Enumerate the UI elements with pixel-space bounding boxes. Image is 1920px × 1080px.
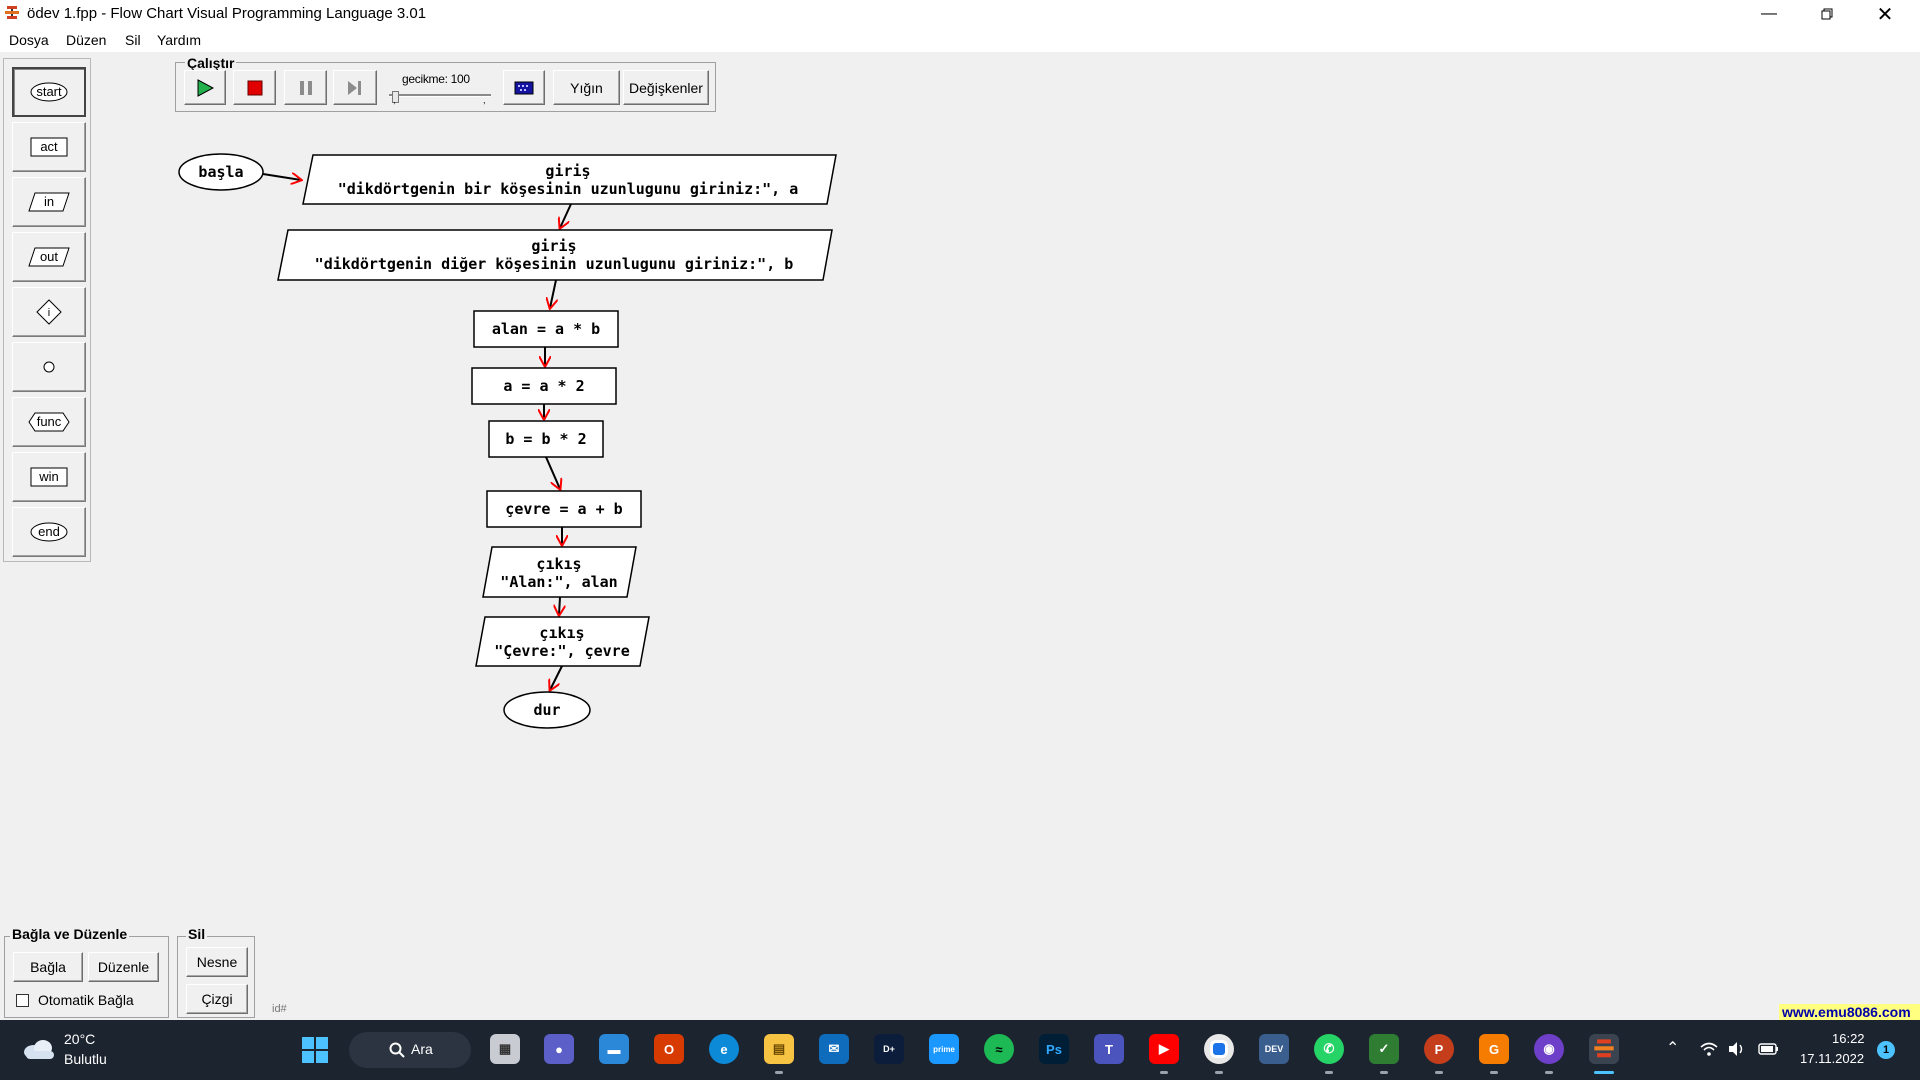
input-node-1[interactable]: giriş "dikdörtgenin bir köşesinin uzunlu… — [302, 154, 837, 205]
prime-video-icon[interactable]: prime — [929, 1034, 959, 1064]
start-node[interactable]: başla — [178, 153, 264, 191]
website-banner[interactable]: www.emu8086.com — [1779, 1004, 1920, 1020]
edge-icon[interactable]: e — [709, 1034, 739, 1064]
arrange-button[interactable]: Düzenle — [88, 952, 159, 982]
action-node-4[interactable]: çevre = a + b — [486, 490, 642, 528]
action-node-2[interactable]: a = a * 2 — [471, 367, 617, 405]
input-node-2[interactable]: giriş "dikdörtgenin diğer köşesinin uzun… — [277, 229, 833, 281]
office-icon[interactable]: O — [654, 1034, 684, 1064]
delete-line-button[interactable]: Çizgi — [186, 984, 248, 1014]
weather-description: Bulutlu — [64, 1051, 107, 1067]
disney-plus-icon[interactable]: D+ — [874, 1034, 904, 1064]
desktop-icon[interactable]: ▬ — [599, 1034, 629, 1064]
svg-text:giriş: giriş — [545, 162, 590, 180]
svg-text:dur: dur — [533, 701, 560, 719]
dev-c-icon[interactable]: DEV — [1259, 1034, 1289, 1064]
clock-date[interactable]: 17.11.2022 — [1800, 1051, 1864, 1066]
connector-line[interactable] — [560, 203, 572, 228]
svg-text:alan = a * b: alan = a * b — [492, 320, 600, 338]
spotify-icon[interactable]: ≈ — [984, 1034, 1014, 1064]
taskbar — [0, 1020, 1920, 1080]
flowchart-canvas: başla giriş "dikdörtgenin bir köşesinin … — [178, 153, 837, 729]
whatsapp-icon[interactable]: ✆ — [1314, 1034, 1344, 1064]
pdf-tool-icon[interactable]: G — [1479, 1034, 1509, 1064]
svg-text:a = a * 2: a = a * 2 — [503, 377, 584, 395]
photoshop-icon[interactable]: Ps — [1039, 1034, 1069, 1064]
weather-temperature: 20°C — [64, 1031, 96, 1047]
connect-button[interactable]: Bağla — [13, 952, 83, 982]
delete-legend: Sil — [186, 926, 208, 942]
chevron-up-icon[interactable]: ⌃ — [1666, 1038, 1679, 1058]
svg-text:b = b * 2: b = b * 2 — [505, 430, 586, 448]
search-label: Ara — [411, 1041, 433, 1057]
search-box[interactable]: Ara — [349, 1032, 471, 1068]
connector-line[interactable] — [262, 174, 301, 180]
flowchart-app-icon[interactable] — [1589, 1034, 1619, 1064]
svg-text:"Çevre:", çevre: "Çevre:", çevre — [494, 642, 629, 660]
delete-object-button[interactable]: Nesne — [186, 947, 248, 977]
mail-icon[interactable]: ✉ — [819, 1034, 849, 1064]
connector-line[interactable] — [559, 596, 560, 615]
end-node[interactable]: dur — [503, 691, 591, 729]
auto-connect-checkbox[interactable] — [16, 994, 29, 1007]
svg-text:giriş: giriş — [531, 237, 576, 255]
action-node-1[interactable]: alan = a * b — [473, 310, 619, 348]
battery-icon[interactable] — [1758, 1042, 1780, 1061]
task-view-icon[interactable]: ▦ — [490, 1034, 520, 1064]
website-link[interactable]: www.emu8086.com — [1782, 1004, 1911, 1020]
svg-text:çıkış: çıkış — [536, 555, 581, 573]
youtube-icon[interactable]: ▶ — [1149, 1034, 1179, 1064]
connector-line[interactable] — [545, 456, 560, 489]
windows-logo-icon — [302, 1037, 328, 1063]
auto-connect-label: Otomatik Bağla — [38, 992, 134, 1008]
wifi-icon[interactable] — [1700, 1041, 1718, 1062]
clock-time[interactable]: 16:22 — [1832, 1031, 1865, 1046]
security-shield-icon[interactable]: ✓ — [1369, 1034, 1399, 1064]
connect-arrange-legend: Bağla ve Düzenle — [10, 926, 130, 942]
svg-text:çıkış: çıkış — [539, 624, 584, 642]
connector-line[interactable] — [550, 279, 556, 308]
output-node-1[interactable]: çıkış "Alan:", alan — [482, 546, 637, 598]
svg-text:çevre = a + b: çevre = a + b — [505, 500, 622, 518]
weather-widget[interactable] — [22, 1038, 56, 1065]
svg-text:"dikdörtgenin diğer köşesinin: "dikdörtgenin diğer köşesinin uzunlugunu… — [315, 255, 794, 273]
id-label: id# — [272, 1003, 287, 1015]
chat-icon[interactable]: ● — [544, 1034, 574, 1064]
svg-text:başla: başla — [198, 163, 243, 181]
output-node-2[interactable]: çıkış "Çevre:", çevre — [475, 616, 650, 667]
volume-icon[interactable] — [1728, 1041, 1746, 1062]
svg-text:"Alan:", alan: "Alan:", alan — [500, 573, 617, 591]
search-icon — [389, 1042, 405, 1058]
teams-icon[interactable]: T — [1094, 1034, 1124, 1064]
svg-text:"dikdörtgenin bir köşesinin uz: "dikdörtgenin bir köşesinin uzunlugunu g… — [338, 180, 799, 198]
file-explorer-icon[interactable]: ▤ — [764, 1034, 794, 1064]
powerpoint-icon[interactable]: P — [1424, 1034, 1454, 1064]
github-icon[interactable]: ◉ — [1534, 1034, 1564, 1064]
connector-line[interactable] — [550, 665, 563, 690]
action-node-3[interactable]: b = b * 2 — [488, 420, 604, 458]
notification-badge[interactable]: 1 — [1877, 1041, 1895, 1059]
start-button[interactable] — [301, 1036, 329, 1064]
cloud-icon — [24, 1040, 54, 1059]
chrome-icon[interactable] — [1204, 1034, 1234, 1064]
